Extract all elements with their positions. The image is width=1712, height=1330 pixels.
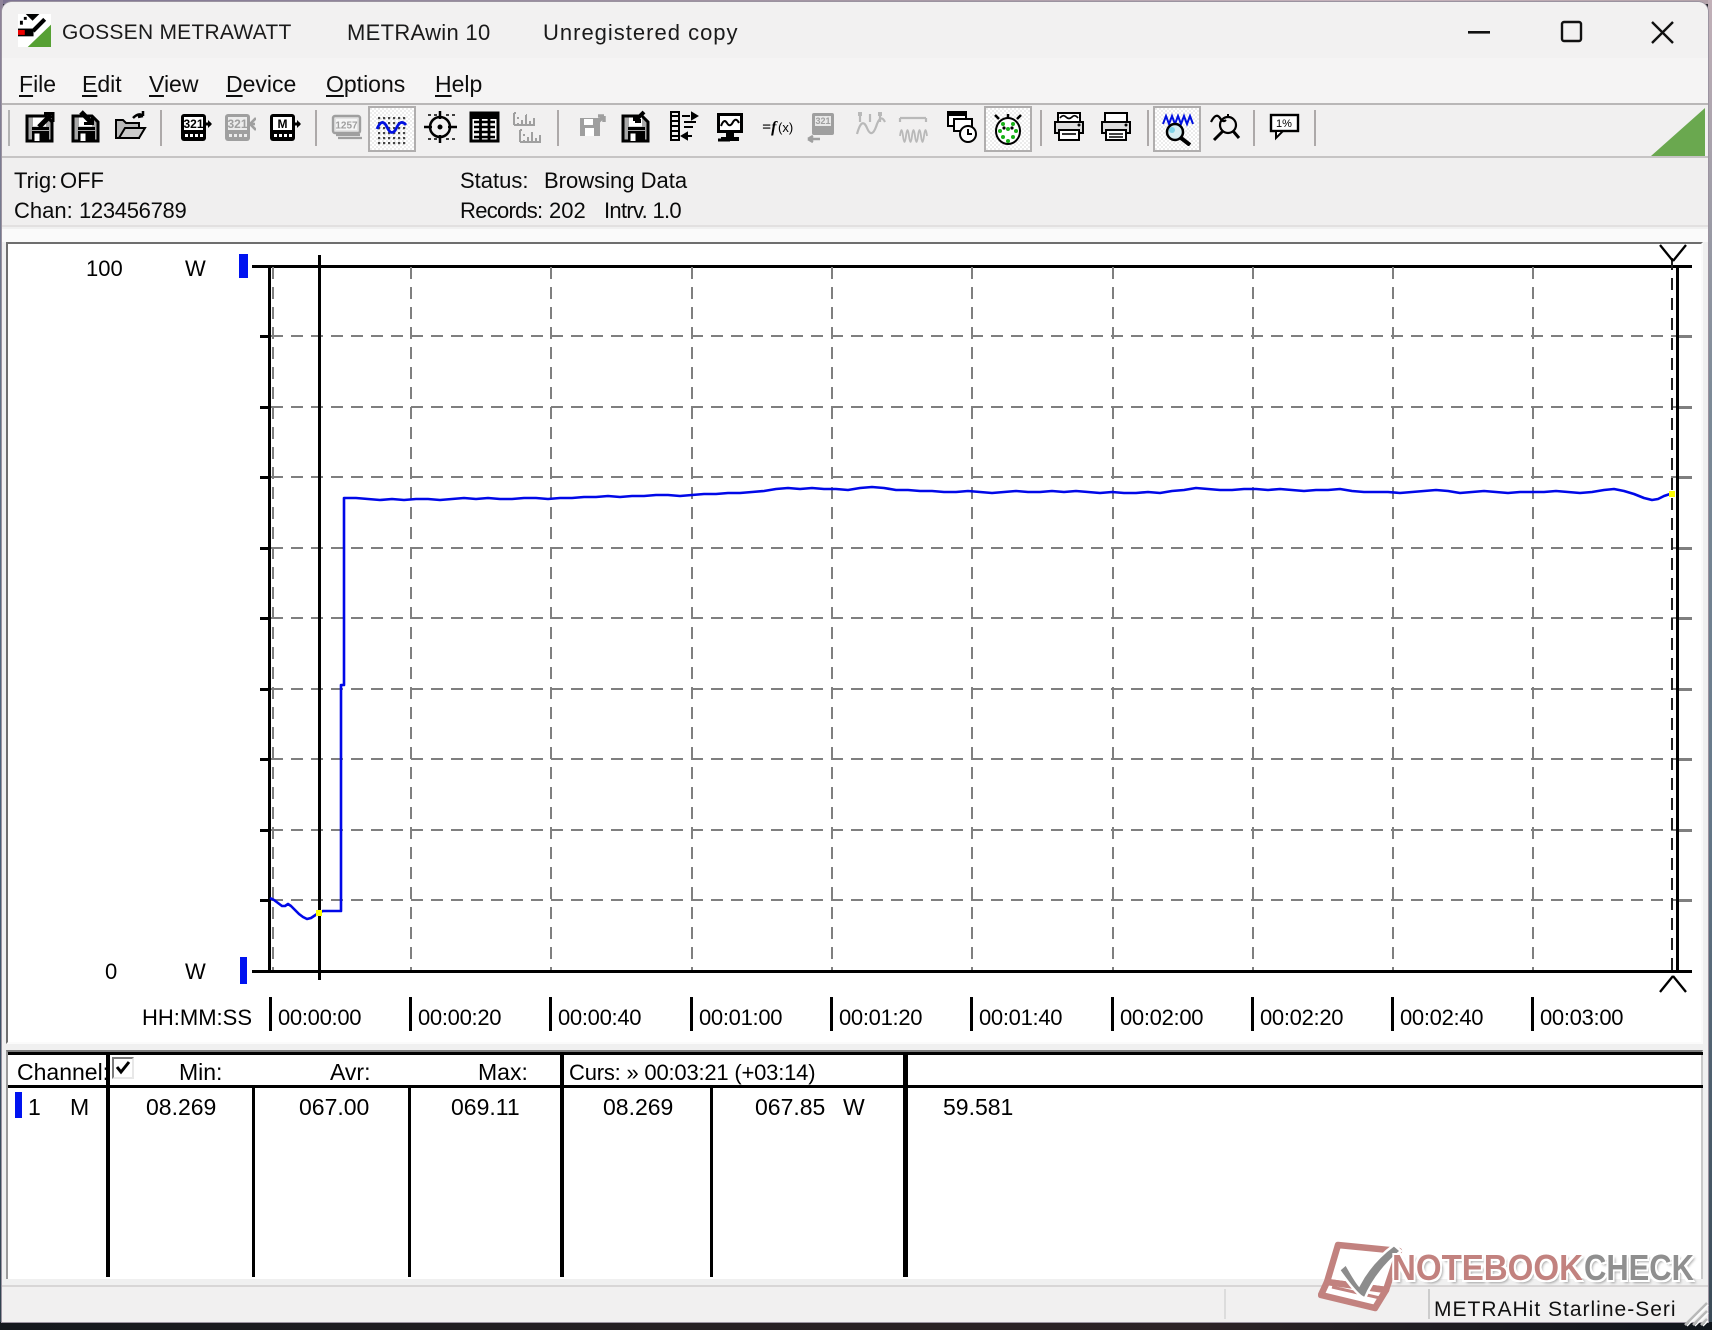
svg-text:1%: 1%	[1276, 118, 1292, 130]
svg-text:321: 321	[815, 116, 830, 126]
svg-text:1257: 1257	[335, 121, 358, 132]
svg-text:321: 321	[227, 117, 247, 131]
svg-text:321: 321	[183, 117, 203, 131]
svg-text:M: M	[278, 117, 288, 131]
svg-text:(x): (x)	[778, 120, 793, 135]
svg-text:=f: =f	[762, 119, 778, 136]
